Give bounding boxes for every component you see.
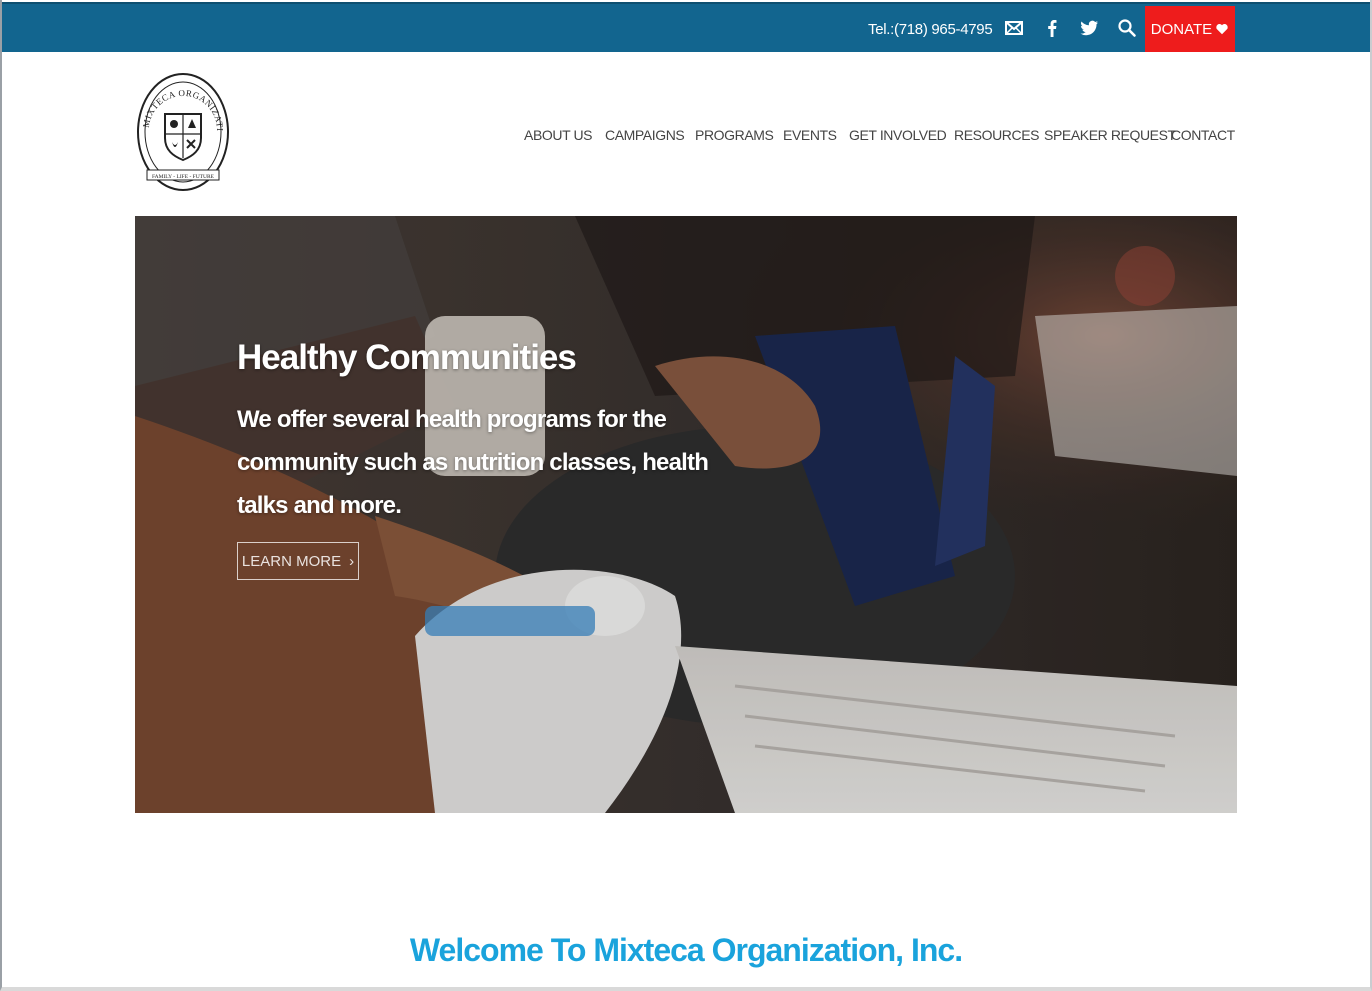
nav-events[interactable]: EVENTS (783, 127, 837, 143)
phone-number[interactable]: Tel.:(718) 965-4795 (868, 21, 993, 38)
learn-more-button[interactable]: LEARN MORE › (237, 542, 359, 580)
nav-get-involved[interactable]: GET INVOLVED (849, 127, 947, 143)
nav-about-us[interactable]: ABOUT US (524, 127, 593, 143)
welcome-heading: Welcome To Mixteca Organization, Inc. (409, 932, 963, 968)
top-bar: Tel.:(718) 965-4795 DONATE (2, 2, 1370, 52)
nav-campaigns[interactable]: CAMPAIGNS (605, 127, 685, 143)
main-nav: ABOUT US CAMPAIGNS PROGRAMS EVENTS GET I… (2, 127, 1370, 147)
twitter-icon[interactable] (1077, 16, 1101, 40)
nav-programs[interactable]: PROGRAMS (695, 127, 774, 143)
browser-page: Tel.:(718) 965-4795 DONATE MIXTECA ORGAN… (0, 0, 1372, 991)
envelope-icon[interactable] (1002, 16, 1026, 40)
nav-contact[interactable]: CONTACT (1171, 127, 1235, 143)
search-icon[interactable] (1115, 16, 1139, 40)
donate-label: DONATE (1150, 20, 1213, 38)
learn-more-label: LEARN MORE (241, 552, 342, 570)
nav-resources[interactable]: RESOURCES (954, 127, 1039, 143)
logo-motto: FAMILY - LIFE - FUTURE (152, 174, 215, 180)
hero-slider[interactable]: Healthy Communities We offer several hea… (135, 216, 1237, 813)
heart-icon (1216, 24, 1228, 35)
hero-text: We offer several health programs for the… (237, 406, 709, 519)
chevron-right-icon: › (349, 552, 355, 570)
hero-title: Healthy Communities (237, 338, 577, 377)
facebook-icon[interactable] (1040, 16, 1064, 40)
donate-button[interactable]: DONATE (1145, 6, 1235, 52)
nav-speaker-request[interactable]: SPEAKER REQUEST (1044, 127, 1176, 143)
